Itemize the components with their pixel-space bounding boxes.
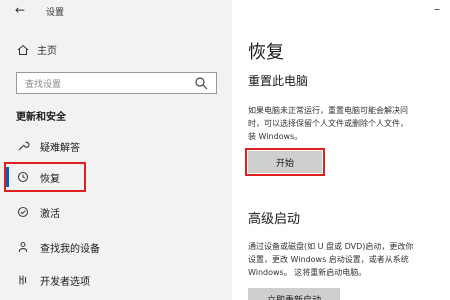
sidebar: ← 设置 主页 查找设置 更新和安全 疑难解答 恢复 激活 查找我的设备 开发者… [0,0,232,300]
sidebar-item-recovery[interactable]: 恢复 [16,165,60,189]
search-icon[interactable] [194,76,208,90]
restart-now-button[interactable]: 立即重新启动 [248,288,340,300]
advanced-startup-description: 通过设备或磁盘(如 U 盘或 DVD)启动，更改你 设置，更改 Windows … [248,242,414,277]
home-icon [17,44,29,55]
wrench-icon [18,141,30,151]
reset-description: 如果电脑未正常运行，重置电脑可能会解决问 时，可以选择保留个人文件或删除个人文件… [248,106,408,141]
sidebar-item-label: 激活 [40,208,60,220]
page-title: 恢复 [248,42,284,63]
sidebar-home-label: 主页 [37,46,57,57]
window-title: 设置 [46,8,65,18]
search-placeholder: 查找设置 [25,79,62,90]
history-icon [17,171,29,183]
advanced-startup-heading: 高级启动 [248,212,301,227]
sidebar-item-label: 疑难解答 [40,142,80,154]
developer-icon [19,275,27,285]
sidebar-item-developer[interactable]: 开发者选项 [16,268,90,292]
start-button[interactable]: 开始 [248,151,322,173]
sidebar-item-activation[interactable]: 激活 [16,200,60,224]
sidebar-item-label: 开发者选项 [40,276,90,288]
main-content: – 恢复 重置此电脑 如果电脑未正常运行，重置电脑可能会解决问 时，可以选择保留… [232,0,450,300]
sidebar-item-troubleshoot[interactable]: 疑难解答 [16,134,80,158]
sidebar-item-label: 查找我的设备 [40,243,100,255]
title-bar: ← 设置 [0,0,232,24]
minimize-button[interactable]: – [434,2,440,16]
back-arrow-icon[interactable]: ← [15,3,25,17]
active-indicator [6,167,9,187]
section-title: 更新和安全 [16,112,66,123]
person-pin-icon [18,241,28,252]
sidebar-item-home[interactable]: 主页 [17,42,57,57]
sidebar-item-label: 恢复 [40,173,60,185]
reset-heading: 重置此电脑 [248,74,309,88]
sidebar-item-find-my-device[interactable]: 查找我的设备 [16,235,100,259]
search-input[interactable]: 查找设置 [16,72,217,94]
check-circle-icon [17,206,29,218]
